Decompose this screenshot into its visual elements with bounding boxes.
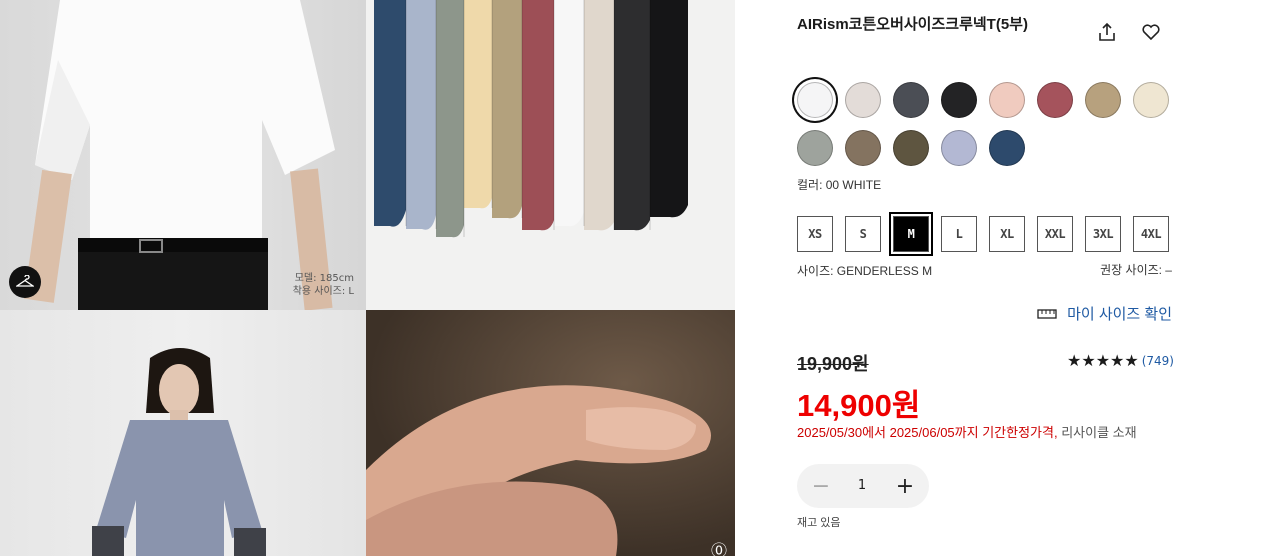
size-option-m[interactable]: M (893, 216, 929, 252)
color-swatch[interactable] (797, 130, 833, 166)
sale-price-amount: 14,900 (797, 388, 892, 423)
size-option-4xl[interactable]: 4XL (1133, 216, 1169, 252)
size-option-xs[interactable]: XS (797, 216, 833, 252)
color-swatch[interactable] (989, 82, 1025, 118)
heart-icon (1142, 24, 1160, 41)
selected-color-label: 컬러: 00 WHITE (797, 178, 882, 192)
color-swatch[interactable] (1037, 82, 1073, 118)
review-count-link[interactable]: (749) (1142, 354, 1174, 368)
share-icon (1099, 22, 1115, 41)
color-swatch[interactable] (845, 130, 881, 166)
product-video-fabric-closeup[interactable]: ⓪ (366, 310, 735, 556)
recycled-material-tag: 리사이클 소재 (1061, 425, 1137, 440)
model-height-caption: 모델: 185cm (294, 273, 354, 284)
hand-closeup-illustration: ⓪ (366, 385, 727, 556)
sale-price-unit: 원 (891, 388, 921, 423)
size-option-3xl[interactable]: 3XL (1085, 216, 1121, 252)
model-white-tshirt-illustration (24, 0, 335, 310)
product-image-color-lineup[interactable] (366, 0, 735, 310)
recommended-size-label: 권장 사이즈: – (1100, 263, 1172, 277)
model-blue-tshirt-illustration (92, 348, 266, 556)
svg-text:⓪: ⓪ (711, 541, 727, 556)
color-swatch[interactable] (1133, 82, 1169, 118)
my-size-link-label: 마이 사이즈 확인 (1067, 306, 1172, 323)
limited-period-text: 2025/05/30에서 2025/06/05까지 기간한정가격, (797, 425, 1058, 440)
rating-summary[interactable]: ★★★★★ (749) (1067, 351, 1174, 370)
color-swatch[interactable] (893, 82, 929, 118)
color-swatch[interactable] (1085, 82, 1121, 118)
hanging-tshirts-illustration (374, 0, 688, 238)
color-swatch[interactable] (989, 130, 1025, 166)
product-image-model-blue[interactable] (0, 310, 366, 556)
quantity-value[interactable]: 1 (847, 478, 877, 493)
model-size-caption: 착용 사이즈: L (292, 286, 354, 297)
size-option-xl[interactable]: XL (989, 216, 1025, 252)
my-size-link[interactable]: 마이 사이즈 확인 (1037, 303, 1172, 324)
color-swatch[interactable] (941, 130, 977, 166)
promo-info: 2025/05/30에서 2025/06/05까지 기간한정가격, 리사이클 소… (797, 422, 1137, 441)
hanger-icon (16, 275, 34, 287)
color-swatch[interactable] (893, 130, 929, 166)
product-title: AIRism코튼오버사이즈크루넥T(5부) (797, 16, 1028, 33)
share-button[interactable] (1093, 18, 1121, 46)
star-rating-icon: ★★★★★ (1067, 351, 1139, 370)
favorite-button[interactable] (1137, 18, 1165, 46)
color-swatch[interactable] (845, 82, 881, 118)
model-caption: 모델: 185cm 착용 사이즈: L (293, 272, 354, 298)
size-option-l[interactable]: L (941, 216, 977, 252)
try-on-button[interactable] (9, 266, 41, 298)
ruler-icon (1037, 308, 1057, 319)
color-swatch[interactable] (797, 82, 833, 118)
selected-size-label: 사이즈: GENDERLESS M (797, 264, 933, 278)
size-option-xxl[interactable]: XXL (1037, 216, 1073, 252)
color-swatch[interactable] (941, 82, 977, 118)
quantity-stepper: − 1 + (797, 464, 929, 508)
size-option-s[interactable]: S (845, 216, 881, 252)
stock-status: 재고 있음 (797, 517, 841, 529)
sale-price: 14,900원 (797, 380, 920, 425)
decrease-quantity-button[interactable]: − (805, 470, 837, 502)
original-price: 19,900원 (797, 354, 869, 374)
increase-quantity-button[interactable]: + (889, 470, 921, 502)
product-image-model-front[interactable]: 모델: 185cm 착용 사이즈: L (0, 0, 366, 310)
